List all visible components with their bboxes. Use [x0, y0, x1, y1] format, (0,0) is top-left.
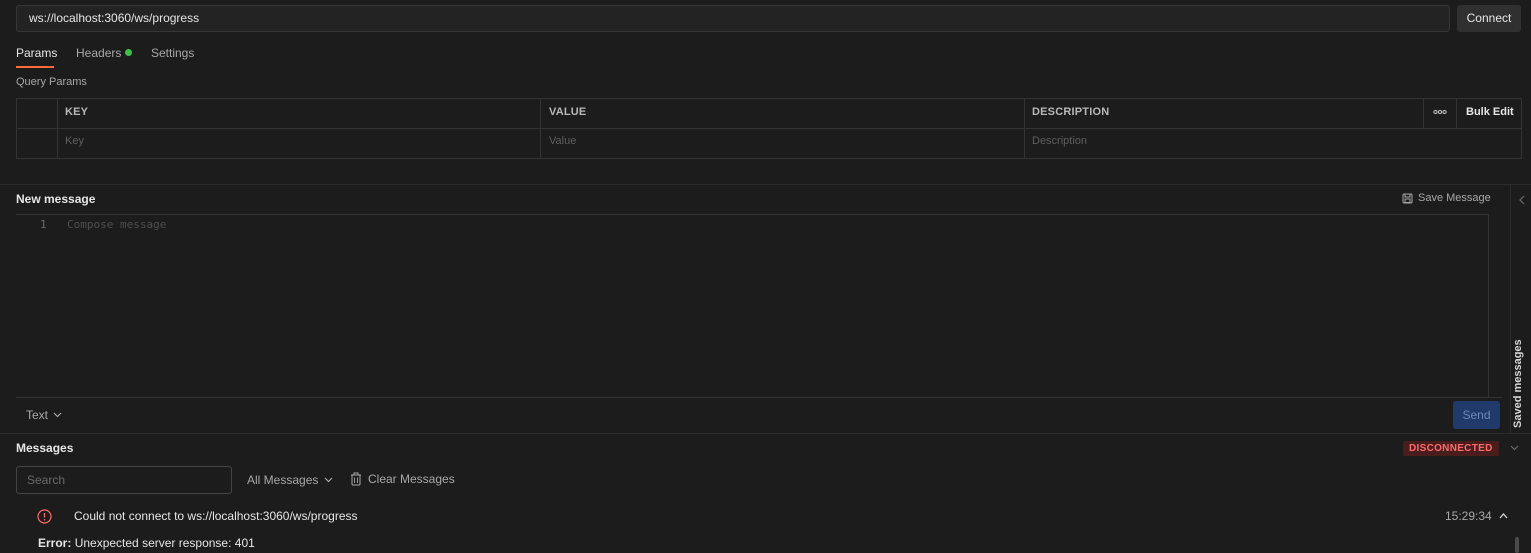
error-detail-text: Unexpected server response: 401 [74, 536, 255, 550]
save-message-label: Save Message [1418, 192, 1491, 204]
save-icon [1402, 193, 1413, 203]
chevron-down-icon [324, 477, 333, 483]
tab-headers-label: Headers [76, 46, 122, 60]
column-header-value: VALUE [549, 106, 587, 118]
column-header-description: DESCRIPTION [1032, 106, 1110, 118]
status-badge: DISCONNECTED [1403, 441, 1499, 456]
query-params-label: Query Params [16, 76, 87, 88]
column-divider [1423, 98, 1424, 128]
error-icon [37, 509, 52, 524]
message-format-label: Text [26, 408, 49, 422]
saved-messages-tab[interactable]: Saved messages [1512, 339, 1524, 428]
chevron-up-icon[interactable] [1498, 512, 1509, 520]
new-message-title: New message [16, 192, 96, 206]
column-divider [540, 98, 541, 159]
message-timestamp: 15:29:34 [1445, 509, 1492, 523]
section-divider [0, 184, 1531, 185]
send-button[interactable]: Send [1453, 401, 1500, 429]
column-divider [1456, 98, 1457, 128]
editor-scrollbar[interactable] [1488, 214, 1489, 397]
message-filter-label: All Messages [247, 473, 319, 487]
trash-icon [351, 472, 361, 486]
connect-button[interactable]: Connect [1457, 5, 1521, 32]
compose-message-editor[interactable]: Compose message [67, 218, 166, 231]
chevron-left-icon[interactable] [1517, 194, 1527, 206]
messages-scrollbar[interactable] [1515, 537, 1519, 553]
message-error-detail: Error: Unexpected server response: 401 [38, 536, 255, 550]
editor-bottom-border [16, 397, 1502, 398]
key-input[interactable]: Key [65, 135, 84, 147]
table-header-divider [16, 128, 1522, 129]
line-number: 1 [40, 218, 47, 231]
status-dot-icon [125, 49, 133, 56]
bulk-edit-button[interactable]: Bulk Edit [1466, 106, 1514, 118]
url-input[interactable]: ws://localhost:3060/ws/progress [16, 5, 1450, 32]
column-divider [1024, 98, 1025, 159]
column-header-key: KEY [65, 106, 89, 118]
ellipsis-icon[interactable] [1433, 108, 1447, 116]
value-input[interactable]: Value [549, 135, 576, 147]
message-filter-select[interactable]: All Messages [247, 473, 333, 487]
section-divider [0, 433, 1531, 434]
column-divider [57, 98, 58, 159]
clear-messages-label: Clear Messages [368, 472, 455, 486]
tab-headers[interactable]: Headers [76, 46, 133, 68]
search-input[interactable]: Search [16, 466, 232, 494]
chevron-down-icon [53, 412, 62, 418]
message-entry-text[interactable]: Could not connect to ws://localhost:3060… [74, 509, 358, 523]
side-panel-divider [1510, 184, 1511, 433]
websocket-request-panel: ws://localhost:3060/ws/progress Connect … [0, 0, 1531, 553]
tab-settings[interactable]: Settings [151, 46, 194, 68]
tab-params[interactable]: Params [16, 46, 57, 68]
message-format-select[interactable]: Text [26, 408, 62, 422]
save-message-button[interactable]: Save Message [1402, 192, 1491, 204]
editor-top-border [16, 214, 1488, 215]
active-tab-indicator [16, 66, 54, 68]
error-detail-label: Error: [38, 536, 72, 550]
chevron-down-icon[interactable] [1509, 443, 1520, 452]
messages-title: Messages [16, 441, 74, 455]
description-input[interactable]: Description [1032, 135, 1087, 147]
clear-messages-button[interactable]: Clear Messages [350, 472, 455, 486]
